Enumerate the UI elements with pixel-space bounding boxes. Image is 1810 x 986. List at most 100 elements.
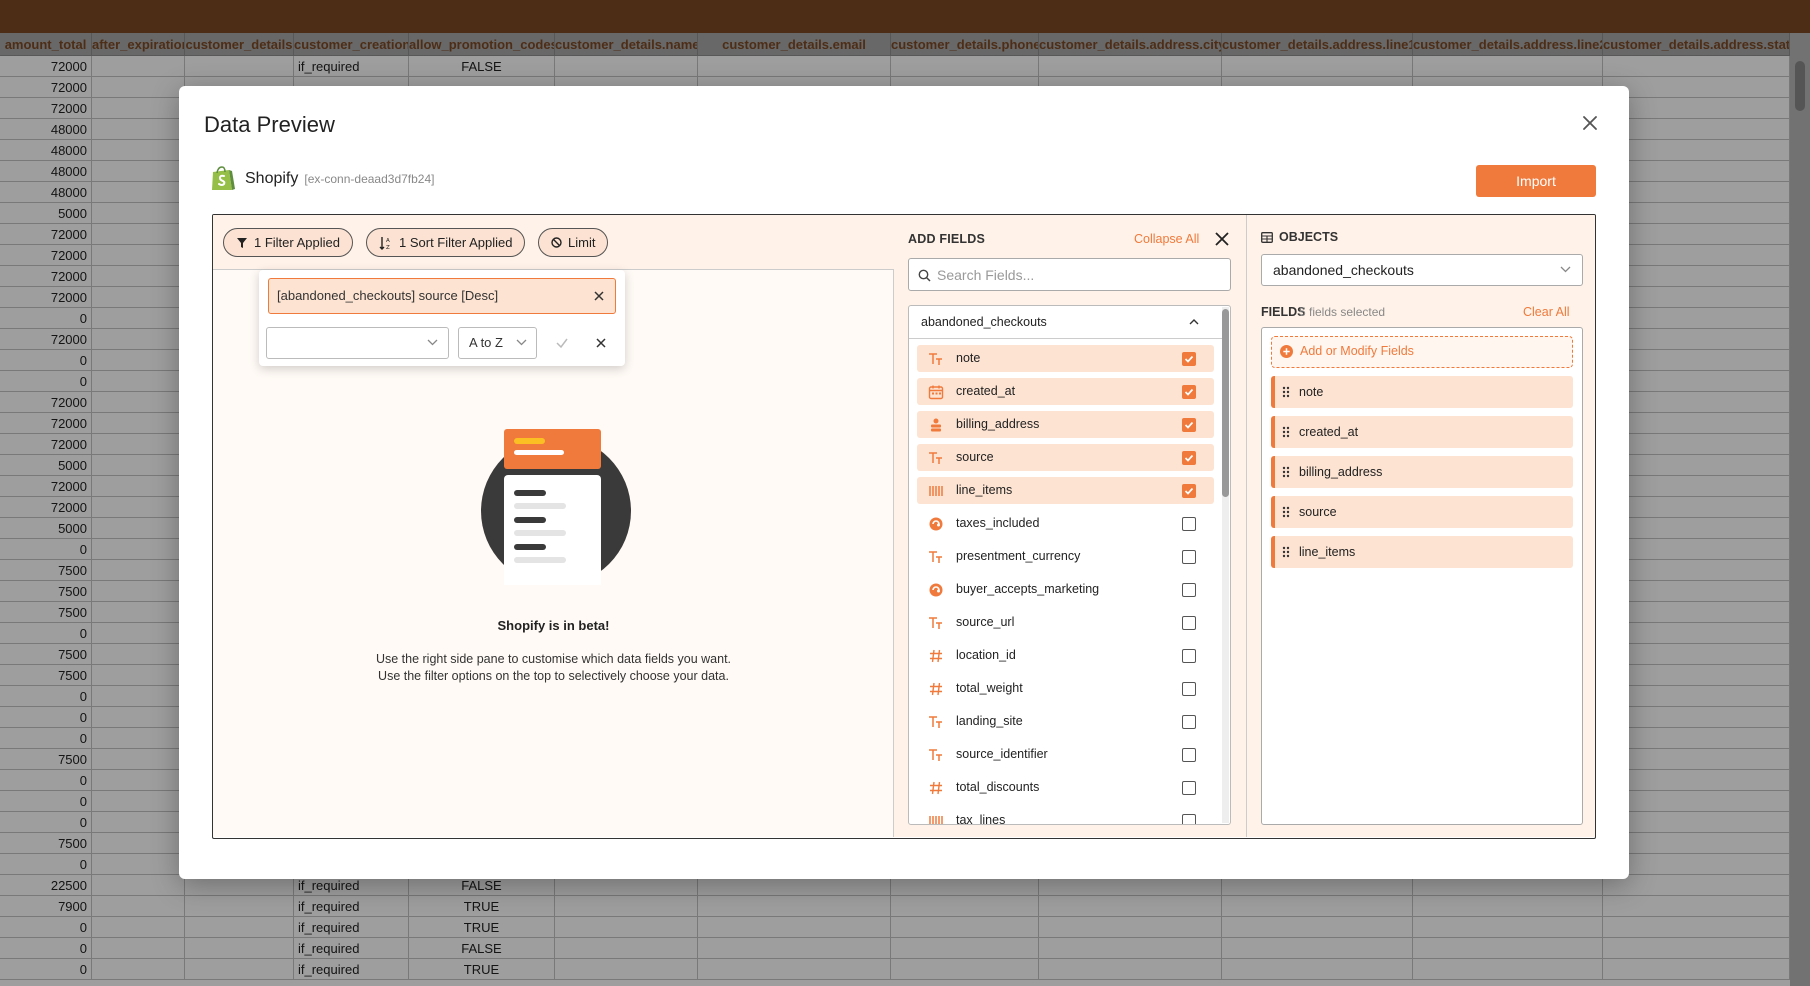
filter-toolbar: 1 Filter Applied AZ 1 Sort Filter Applie… (213, 215, 894, 270)
preview-pane: 1 Filter Applied AZ 1 Sort Filter Applie… (213, 215, 894, 837)
field-list-scrollbar[interactable] (1222, 307, 1229, 823)
selected-field-label: source (1299, 505, 1337, 519)
selected-field-source[interactable]: source (1271, 496, 1573, 528)
field-checkbox[interactable] (1182, 715, 1196, 729)
drag-handle-icon[interactable] (1282, 386, 1290, 398)
field-checkbox[interactable] (1182, 649, 1196, 663)
drag-handle-icon[interactable] (1282, 546, 1290, 558)
search-icon (918, 269, 931, 282)
text-icon (929, 617, 942, 629)
field-checkbox[interactable] (1182, 385, 1196, 399)
field-list: abandoned_checkouts note created_atbillin… (908, 305, 1231, 825)
drag-handle-icon[interactable] (1282, 506, 1290, 518)
filter-button[interactable]: 1 Filter Applied (223, 228, 353, 257)
svg-text:Z: Z (386, 245, 390, 250)
selected-field-billing-address[interactable]: billing_address (1271, 456, 1573, 488)
field-item-created-at[interactable]: created_at (917, 378, 1214, 405)
beta-illustration (481, 429, 631, 585)
field-checkbox[interactable] (1182, 451, 1196, 465)
sort-button[interactable]: AZ 1 Sort Filter Applied (366, 228, 526, 257)
applied-sort-tag: [abandoned_checkouts] source [Desc] (268, 278, 616, 314)
field-checkbox[interactable] (1182, 814, 1196, 824)
field-item-taxes-included[interactable]: taxes_included (917, 510, 1214, 537)
limit-button[interactable]: Limit (538, 228, 609, 257)
field-item-source[interactable]: source (917, 444, 1214, 471)
array-icon (929, 486, 943, 496)
field-item-line-items[interactable]: line_items (917, 477, 1214, 504)
field-item-label: source_url (956, 615, 1015, 629)
text-icon (929, 716, 942, 728)
add-fields-title: ADD FIELDS (908, 232, 985, 246)
field-item-label: total_weight (956, 681, 1023, 695)
field-group-header[interactable]: abandoned_checkouts (909, 306, 1225, 339)
field-list-scroll-thumb[interactable] (1222, 309, 1229, 497)
cancel-sort-icon[interactable] (593, 335, 609, 351)
add-fields-pane: ADD FIELDS Collapse All abandoned_checko… (894, 215, 1247, 837)
limit-button-label: Limit (568, 235, 596, 250)
selected-field-label: created_at (1299, 425, 1359, 439)
chevron-down-icon (427, 339, 438, 346)
field-item-source-url[interactable]: source_url (917, 609, 1214, 636)
selected-field-note[interactable]: note (1271, 376, 1573, 408)
sort-field-select[interactable] (266, 327, 449, 359)
field-item-label: total_discounts (956, 780, 1040, 794)
field-item-presentment-currency[interactable]: presentment_currency (917, 543, 1214, 570)
field-item-buyer-accepts-marketing[interactable]: buyer_accepts_marketing (917, 576, 1214, 603)
source-header: Shopify [ex-conn-deaad3d7fb24] (209, 164, 434, 194)
field-item-label: source (956, 450, 994, 464)
field-item-billing-address[interactable]: billing_address (917, 411, 1214, 438)
field-item-label: billing_address (956, 417, 1040, 431)
beta-title: Shopify is in beta! (497, 618, 610, 633)
chevron-down-icon (1560, 266, 1571, 273)
chevron-up-icon (1189, 319, 1199, 325)
field-checkbox[interactable] (1182, 682, 1196, 696)
drag-handle-icon[interactable] (1282, 466, 1290, 478)
remove-sort-icon[interactable] (592, 289, 606, 303)
import-button[interactable]: Import (1476, 165, 1596, 197)
selected-field-line-items[interactable]: line_items (1271, 536, 1573, 568)
field-item-location-id[interactable]: location_id (917, 642, 1214, 669)
field-checkbox[interactable] (1182, 418, 1196, 432)
sort-order-select[interactable]: A to Z (458, 327, 537, 359)
field-item-total-discounts[interactable]: total_discounts (917, 774, 1214, 801)
field-checkbox[interactable] (1182, 583, 1196, 597)
field-checkbox[interactable] (1182, 484, 1196, 498)
chevron-down-icon (516, 339, 527, 346)
field-checkbox[interactable] (1182, 781, 1196, 795)
field-item-tax-lines[interactable]: tax_lines (917, 807, 1214, 825)
field-item-label: tax_lines (956, 813, 1006, 825)
clear-all-link[interactable]: Clear All (1523, 305, 1570, 319)
field-item-label: landing_site (956, 714, 1023, 728)
modal-title: Data Preview (204, 112, 335, 137)
field-item-landing-site[interactable]: landing_site (917, 708, 1214, 735)
field-item-total-weight[interactable]: total_weight (917, 675, 1214, 702)
field-item-label: presentment_currency (956, 549, 1081, 563)
search-field-box (908, 258, 1231, 291)
field-item-note[interactable]: note (917, 345, 1214, 372)
plus-circle-icon (1280, 345, 1293, 358)
checkmark-icon (1184, 454, 1194, 462)
search-fields-input[interactable] (937, 261, 1222, 288)
sort-icon: AZ (379, 236, 390, 250)
close-icon[interactable] (1581, 114, 1599, 132)
field-group-name: abandoned_checkouts (921, 315, 1047, 329)
field-item-label: location_id (956, 648, 1016, 662)
drag-handle-icon[interactable] (1282, 426, 1290, 438)
close-pane-icon[interactable] (1214, 231, 1230, 247)
selected-field-created-at[interactable]: created_at (1271, 416, 1573, 448)
field-checkbox[interactable] (1182, 517, 1196, 531)
field-item-source-identifier[interactable]: source_identifier (917, 741, 1214, 768)
confirm-sort-icon[interactable] (554, 335, 570, 351)
toggle-icon (929, 583, 943, 597)
checkmark-icon (1184, 421, 1194, 429)
field-checkbox[interactable] (1182, 352, 1196, 366)
add-or-modify-fields-button[interactable]: Add or Modify Fields (1271, 336, 1573, 368)
collapse-all-link[interactable]: Collapse All (1134, 232, 1199, 246)
toggle-icon (929, 517, 943, 531)
field-checkbox[interactable] (1182, 550, 1196, 564)
object-select[interactable]: abandoned_checkouts (1261, 254, 1583, 286)
text-icon (929, 749, 942, 761)
object-select-value: abandoned_checkouts (1273, 262, 1414, 278)
field-checkbox[interactable] (1182, 616, 1196, 630)
field-checkbox[interactable] (1182, 748, 1196, 762)
